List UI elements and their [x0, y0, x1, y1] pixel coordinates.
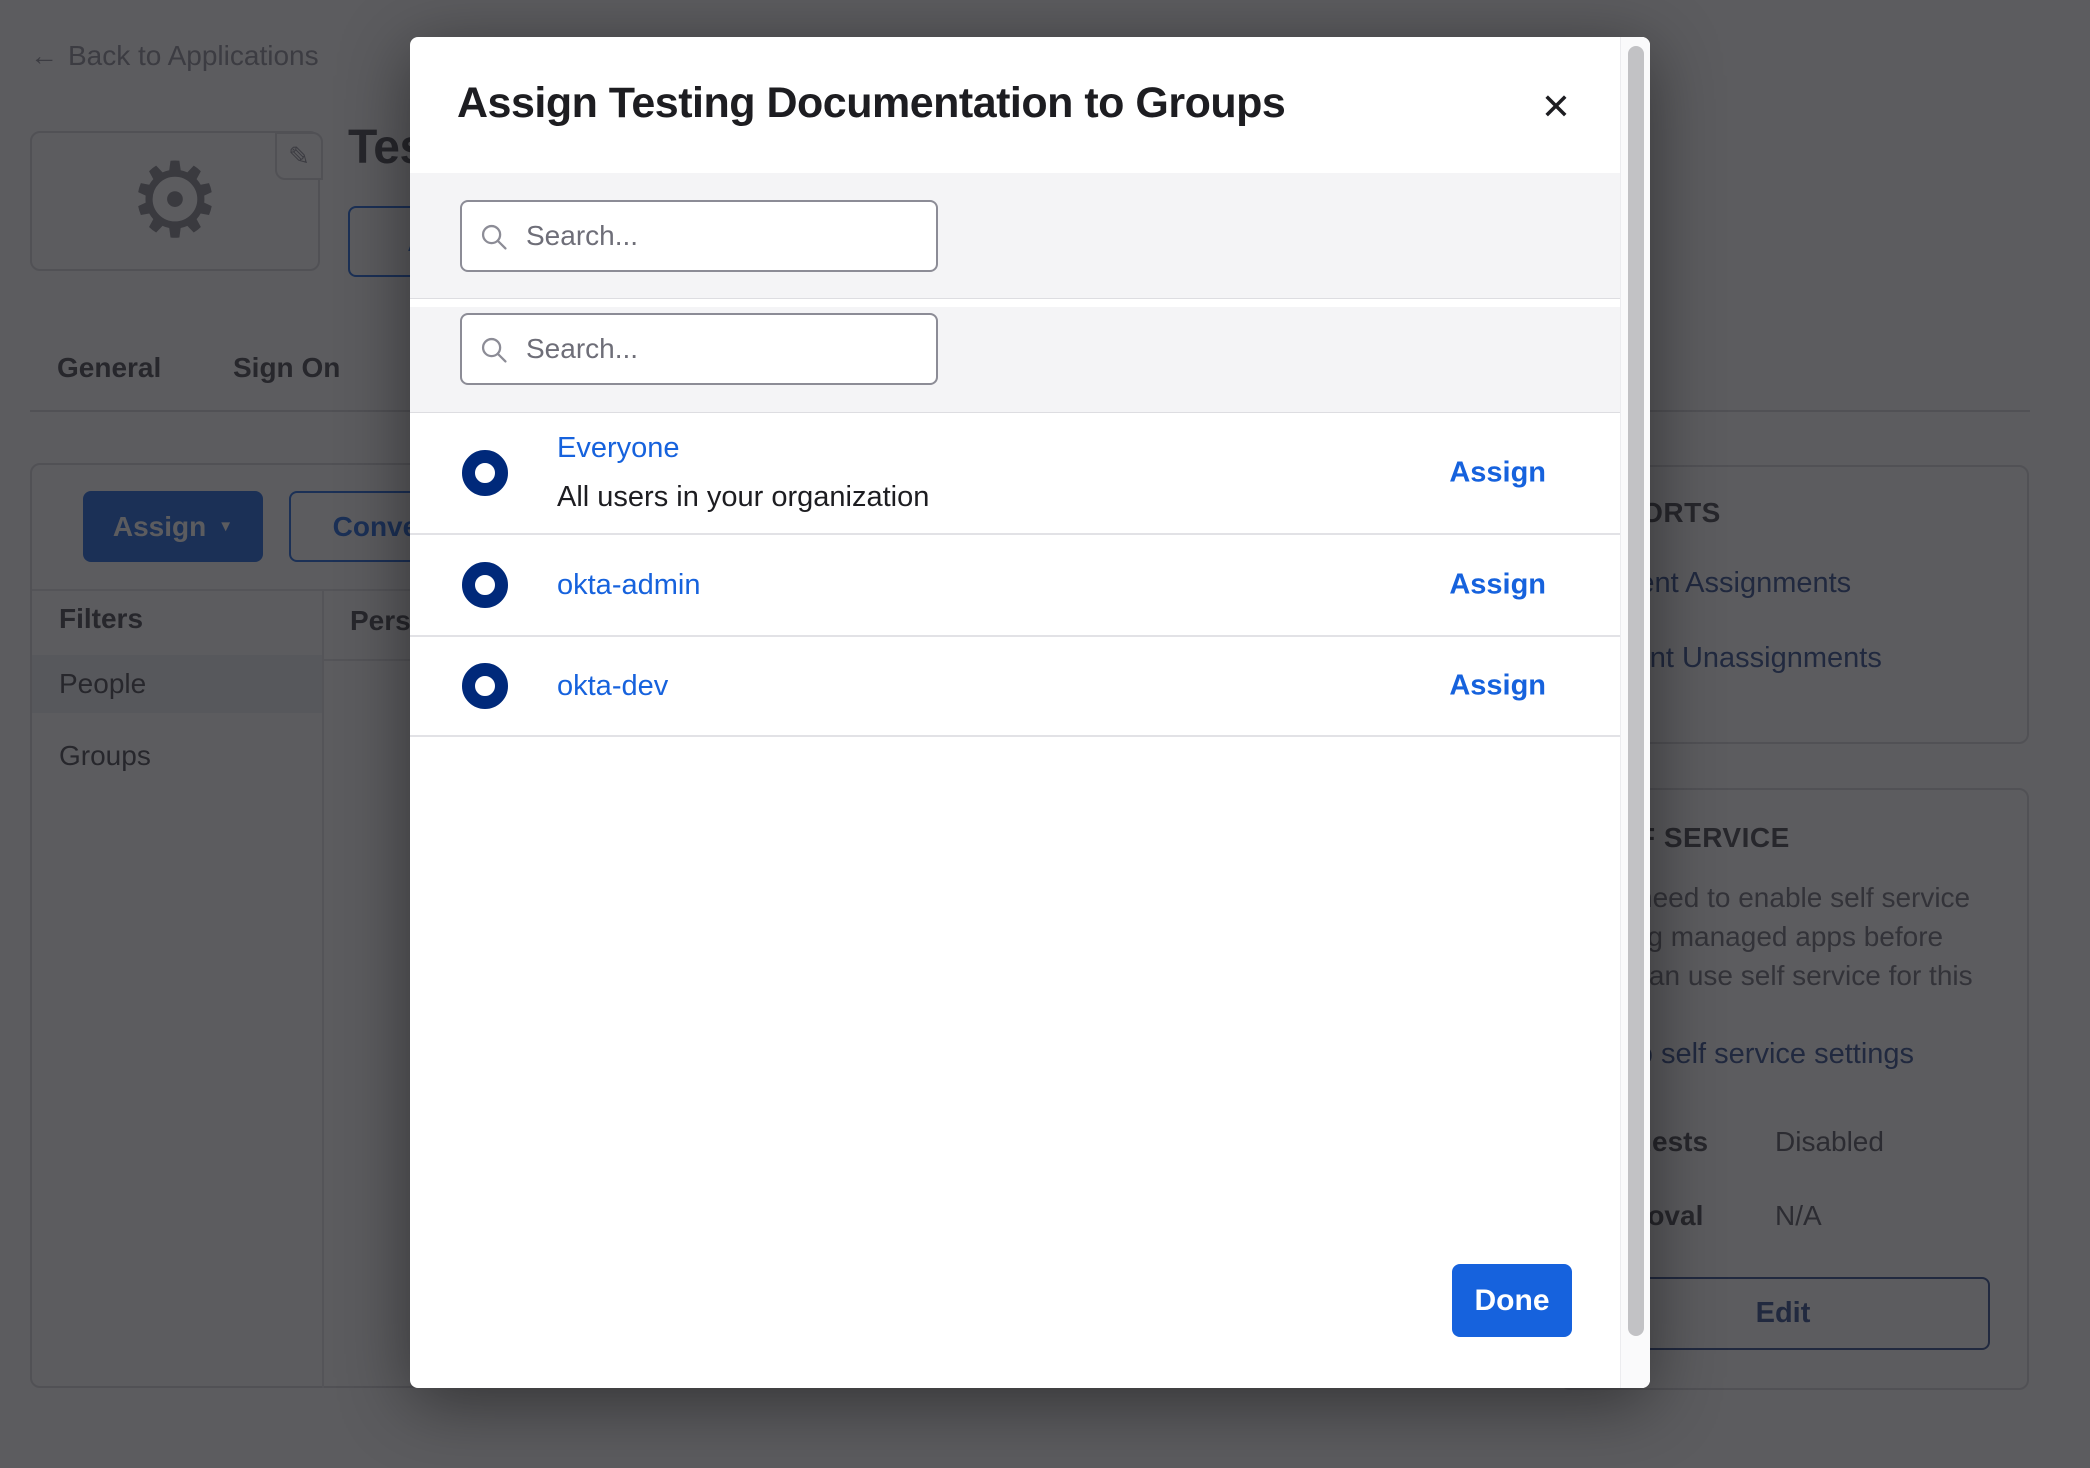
done-button[interactable]: Done — [1452, 1264, 1572, 1337]
modal-search-input[interactable] — [460, 200, 938, 272]
modal-title: Assign Testing Documentation to Groups — [457, 79, 1286, 127]
assign-group-link[interactable]: Assign — [1449, 457, 1546, 490]
group-row-okta-admin: okta-admin Assign — [410, 535, 1620, 637]
assign-group-link[interactable]: Assign — [1449, 670, 1546, 703]
group-name-link[interactable]: okta-dev — [557, 670, 668, 703]
modal-scrollbar-thumb[interactable] — [1628, 46, 1644, 1336]
group-row-okta-dev: okta-dev Assign — [410, 637, 1620, 737]
close-icon[interactable]: ✕ — [1528, 79, 1584, 135]
group-icon — [462, 562, 508, 608]
modal-scrollbar-track — [1620, 37, 1650, 1388]
group-name-link[interactable]: Everyone — [557, 432, 929, 465]
group-list-search-input[interactable] — [460, 313, 938, 385]
group-name-link[interactable]: okta-admin — [557, 569, 700, 602]
search-icon — [481, 224, 507, 250]
group-icon — [462, 663, 508, 709]
group-description: All users in your organization — [557, 481, 930, 513]
okta-admin-screen: ← Back to Applications ⚙ ✎ Testing Docum… — [0, 0, 2090, 1468]
group-icon — [462, 450, 508, 496]
assign-to-groups-modal: Assign Testing Documentation to Groups ✕ — [410, 37, 1650, 1388]
group-list-search-box — [460, 313, 938, 385]
group-row-everyone: Everyone All users in your organization … — [410, 413, 1620, 535]
group-list-search-band — [410, 307, 1620, 413]
search-icon — [481, 337, 507, 363]
assign-group-link[interactable]: Assign — [1449, 569, 1546, 602]
modal-search-box — [460, 200, 938, 272]
modal-search-band — [410, 173, 1620, 299]
